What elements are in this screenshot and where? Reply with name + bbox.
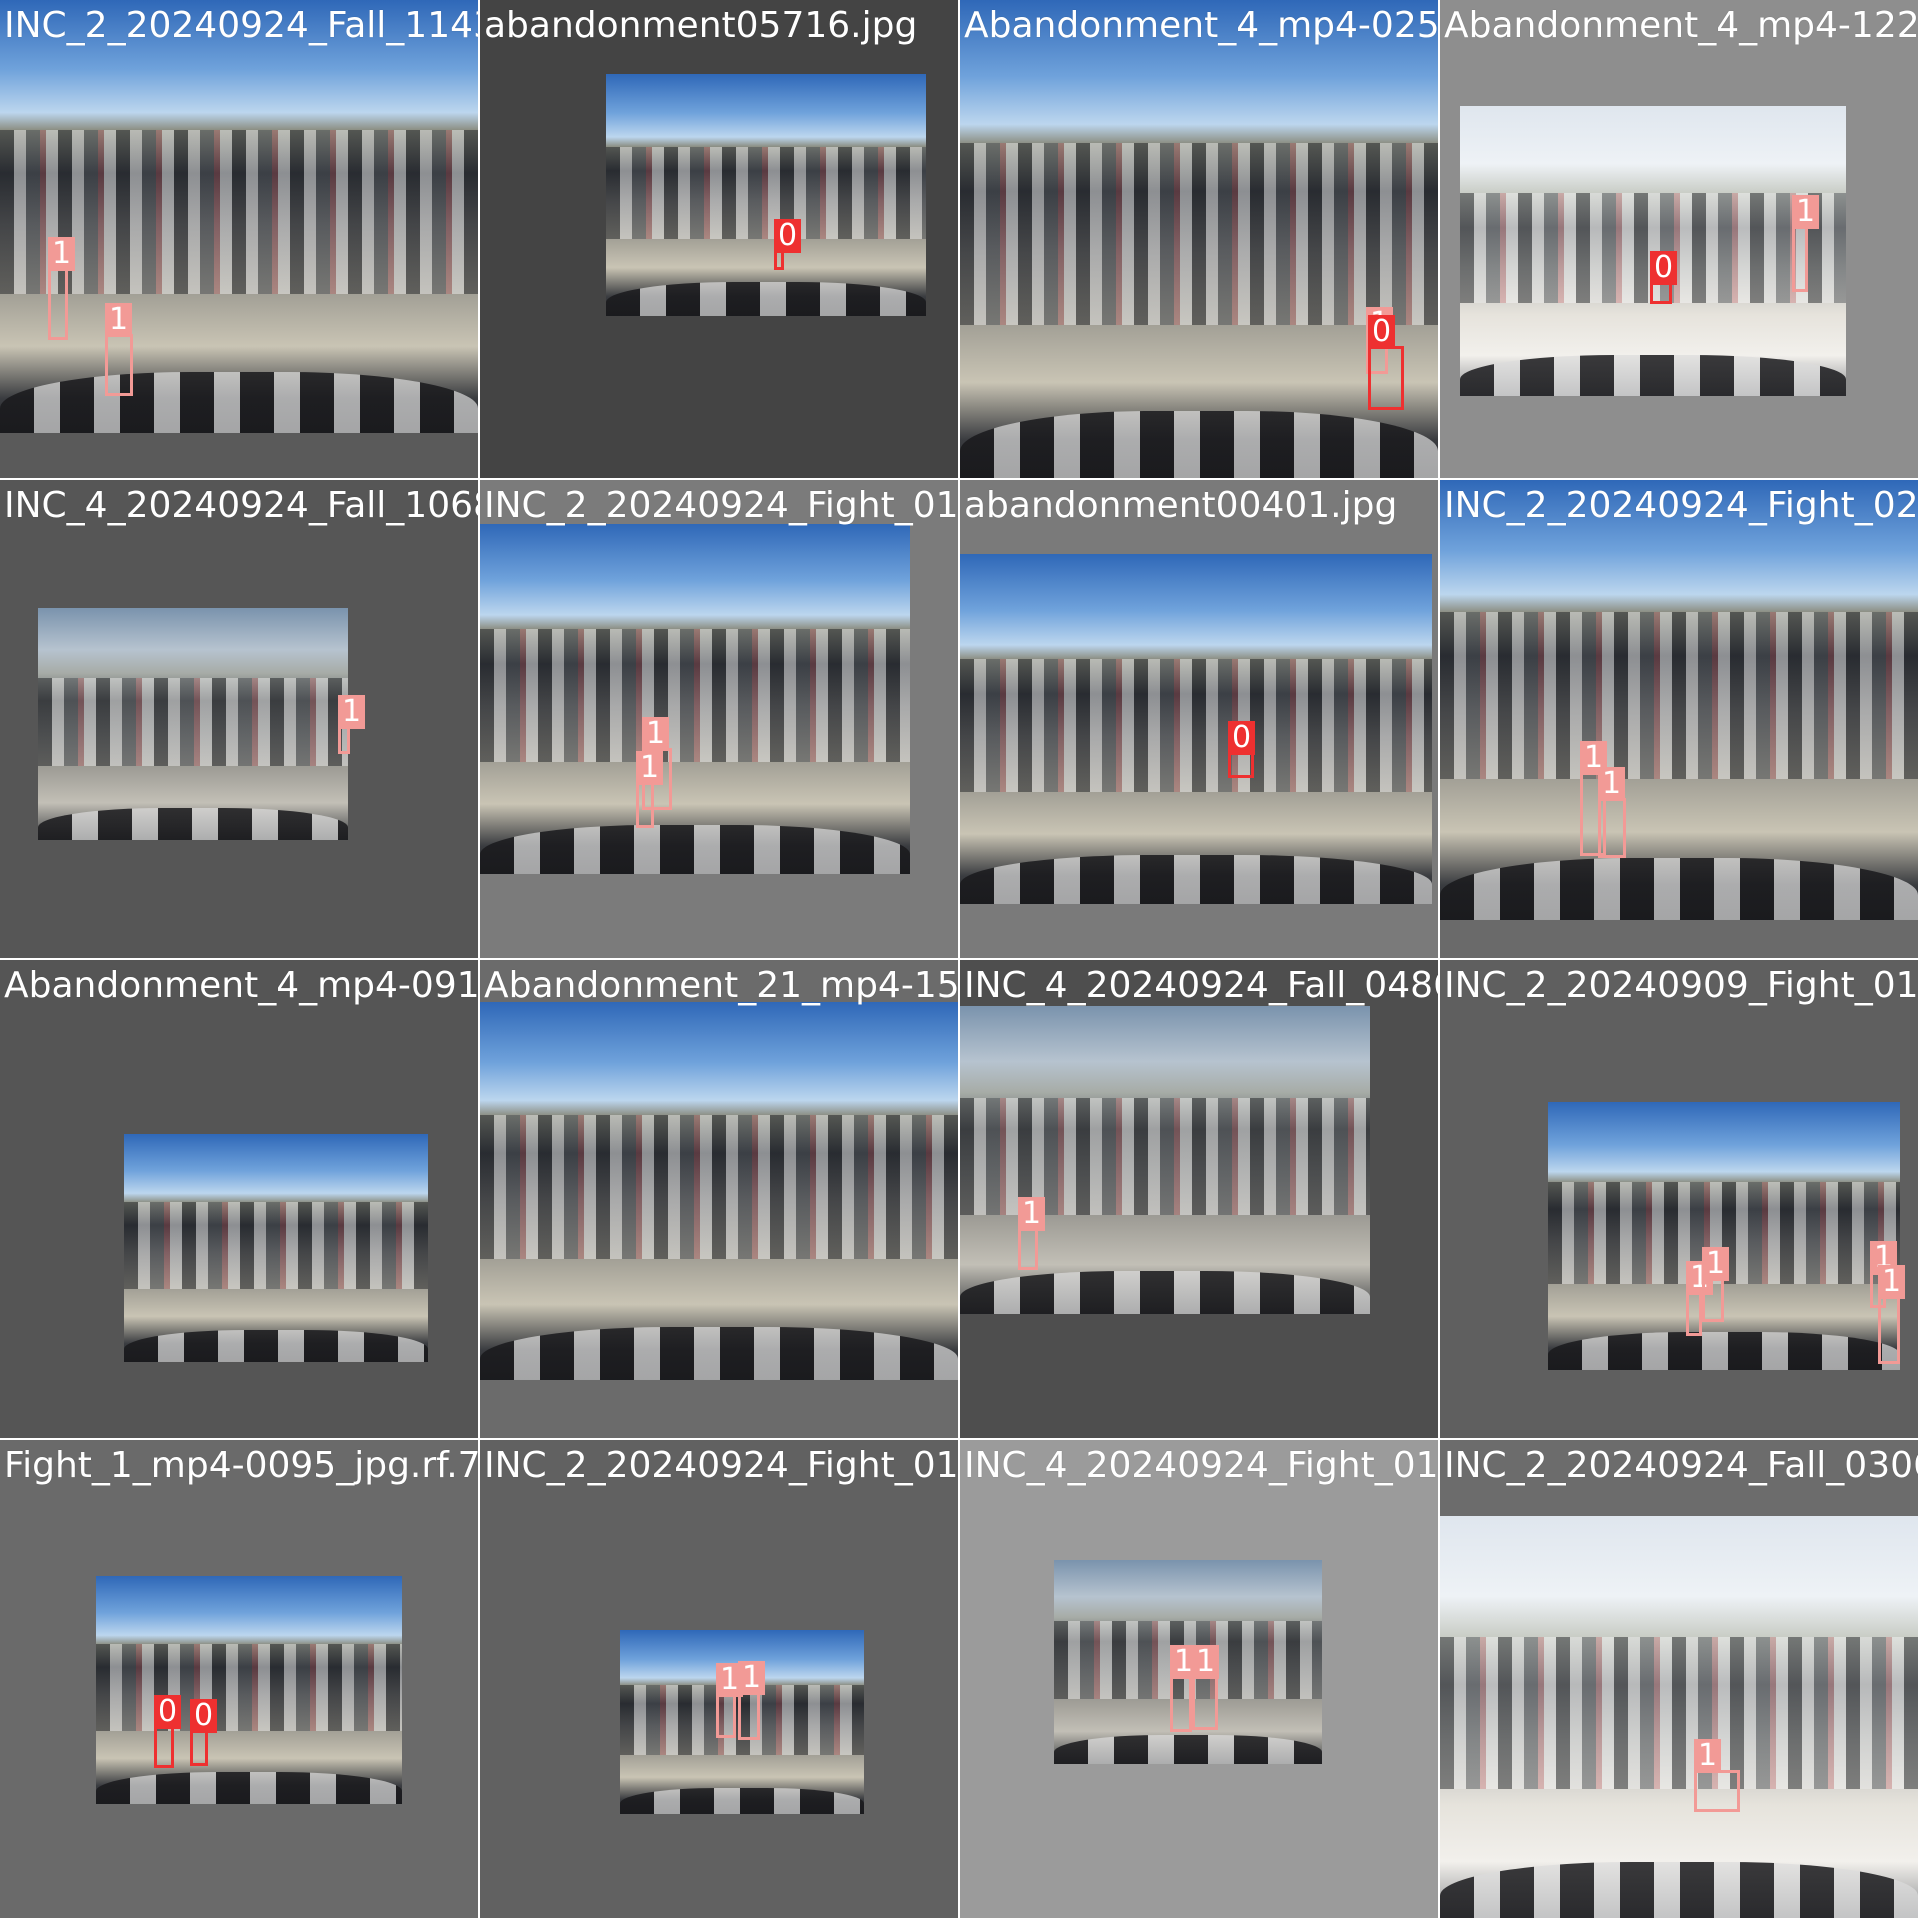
bounding-box: 1	[1792, 195, 1820, 292]
image-mosaic: 11INC_2_20240924_Fall_1143_jpg.rf.736eb6…	[0, 0, 1920, 1920]
parking-lot-photo	[38, 608, 348, 840]
parking-lot-photo	[1548, 1102, 1900, 1370]
class-label: 1	[738, 1661, 766, 1695]
bounding-box: 1	[1694, 1739, 1740, 1812]
mosaic-tile: 1 1 INC_2_20240924_Fight_015	[480, 1440, 958, 1918]
class-label: 0	[774, 219, 802, 253]
bounding-box: 1	[105, 303, 133, 396]
class-label: 1	[1694, 1739, 1722, 1773]
class-label: 1	[1702, 1247, 1730, 1281]
parking-lot-photo	[960, 554, 1432, 904]
mosaic-tile: Abandonment_4_mp4-0915_jpg.rf.8f0f03	[0, 960, 478, 1438]
class-label: 0	[154, 1695, 182, 1729]
mosaic-tile: 1 INC_2_20240924_Fall_0306	[1440, 1440, 1918, 1918]
tile-filename: Fight_1_mp4-0095_jpg.rf.7d9dc8	[4, 1445, 478, 1486]
class-label: 1	[48, 237, 76, 271]
class-label: 1	[1878, 1265, 1906, 1299]
mosaic-tile: Abandonment_21_mp4-1584_jpg.rf.4426	[480, 960, 958, 1438]
parking-lot-photo	[0, 0, 478, 433]
tile-filename: abandonment00401.jpg	[964, 485, 1398, 526]
bounding-box: 0	[1650, 251, 1678, 304]
class-label: 0	[190, 1699, 218, 1733]
mosaic-tile: 00 Fight_1_mp4-0095_jpg.rf.7d9dc8	[0, 1440, 478, 1918]
mosaic-tile: 1 INC_4_20240924_Fall_0486_jpg.rf.2924	[960, 960, 1438, 1438]
mosaic-tile: 10Abandonment_4_mp4-0250_jpg.rf.a45	[960, 0, 1438, 478]
bounding-box: 1	[338, 695, 366, 754]
parking-lot-photo	[124, 1134, 428, 1362]
class-label: 1	[642, 717, 670, 751]
tile-filename: INC_2_20240924_Fall_1143_jpg.rf.736eb6	[4, 5, 478, 46]
class-label: 1	[338, 695, 366, 729]
bounding-box: 0	[1368, 315, 1404, 410]
bounding-box: 1	[1702, 1247, 1730, 1322]
tile-filename: INC_4_20240924_Fall_0486_jpg.rf.2924	[964, 965, 1438, 1006]
parking-lot-photo	[480, 1002, 958, 1380]
mosaic-tile: 0 abandonment05716.jpg	[480, 0, 958, 478]
class-label: 1	[1018, 1197, 1046, 1231]
parking-lot-photo	[96, 1576, 402, 1804]
tile-filename: Abandonment_21_mp4-1584_jpg.rf.4426	[484, 965, 958, 1006]
mosaic-tile: 1 1 INC_2_20240924_Fight_023	[1440, 480, 1918, 958]
tile-filename: INC_4_20240924_Fall_1068_jpg.rf.2828	[4, 485, 478, 526]
mosaic-tile: 11 INC_2_20240924_Fight_0174_jpg.rf.0e	[480, 480, 958, 958]
mosaic-tile: 0 abandonment00401.jpg	[960, 480, 1438, 958]
tile-filename: Abandonment_4_mp4-1222_	[1444, 5, 1918, 46]
class-label: 1	[105, 303, 133, 337]
tile-filename: Abandonment_4_mp4-0915_jpg.rf.8f0f03	[4, 965, 478, 1006]
parking-lot-photo	[960, 0, 1438, 478]
tile-filename: abandonment05716.jpg	[484, 5, 918, 46]
bounding-box: 1	[1598, 767, 1626, 858]
parking-lot-photo	[1440, 1516, 1918, 1918]
tile-filename: INC_2_20240924_Fight_015	[484, 1445, 958, 1486]
mosaic-tile: 1 INC_4_20240924_Fall_1068_jpg.rf.2828	[0, 480, 478, 958]
class-label: 0	[1368, 315, 1396, 349]
tile-filename: INC_2_20240924_Fall_0306	[1444, 1445, 1918, 1486]
bounding-box: 0	[1228, 721, 1256, 778]
bounding-box: 0	[774, 219, 802, 270]
parking-lot-photo	[1440, 480, 1918, 920]
bounding-box: 1	[48, 237, 76, 340]
tile-filename: INC_2_20240924_Fight_023	[1444, 485, 1918, 526]
bounding-box: 1	[1018, 1197, 1046, 1270]
tile-filename: INC_2_20240924_Fight_0174_jpg.rf.0e	[484, 485, 958, 526]
bounding-box: 1	[636, 751, 664, 828]
class-label: 1	[1598, 767, 1626, 801]
tile-filename: INC_2_20240909_Fight_014	[1444, 965, 1918, 1006]
class-label: 0	[1650, 251, 1678, 285]
class-label: 0	[1228, 721, 1256, 755]
tile-filename: Abandonment_4_mp4-0250_jpg.rf.a45	[964, 5, 1438, 46]
tile-filename: INC_4_20240924_Fight_0100	[964, 1445, 1438, 1486]
mosaic-tile: 1 1 INC_4_20240924_Fight_0100	[960, 1440, 1438, 1918]
mosaic-tile: 11 INC_2_20240924_Fall_1143_jpg.rf.736eb6	[0, 0, 478, 478]
bounding-box: 0	[190, 1699, 218, 1766]
bounding-box: 1	[1686, 1261, 1714, 1336]
parking-lot-photo	[480, 524, 910, 874]
bounding-box: 1	[716, 1663, 744, 1738]
class-label: 1	[1792, 195, 1820, 229]
bounding-box: 1	[1170, 1645, 1198, 1732]
mosaic-tile: 1 1 1 1 INC_2_20240909_Fight_014	[1440, 960, 1918, 1438]
class-label: 1	[1192, 1645, 1220, 1679]
bounding-box: 1	[1192, 1645, 1220, 1730]
bounding-box: 0	[154, 1695, 182, 1768]
mosaic-tile: 0 1 Abandonment_4_mp4-1222_	[1440, 0, 1918, 478]
bounding-box: 1	[738, 1661, 766, 1740]
parking-lot-photo	[606, 74, 926, 316]
bounding-box: 1	[1878, 1265, 1906, 1364]
class-label: 1	[636, 751, 664, 785]
